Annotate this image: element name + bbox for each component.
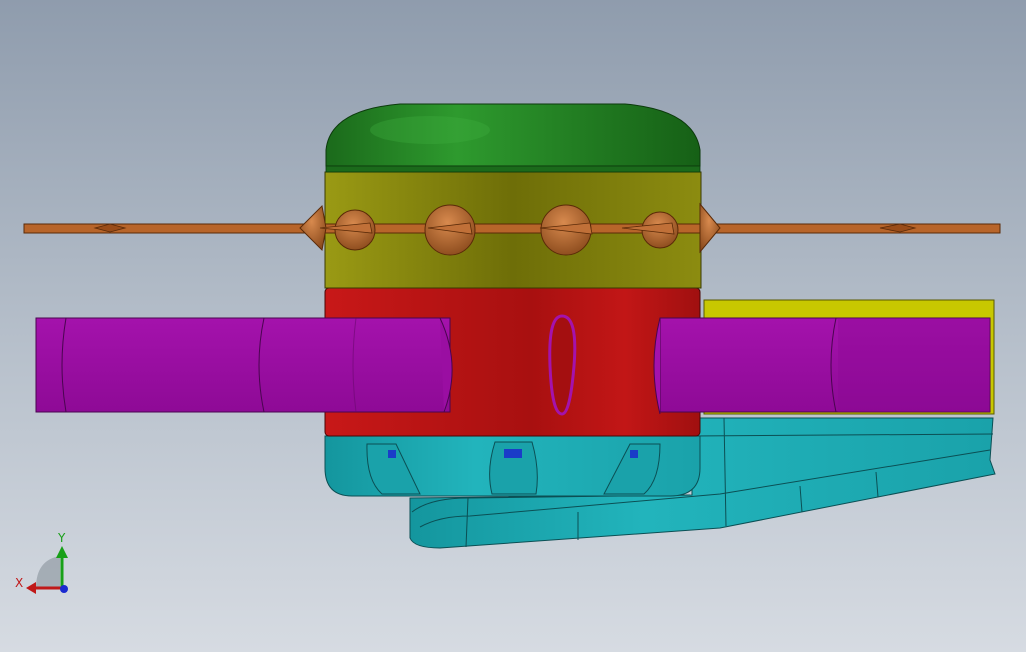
3d-viewport[interactable]: Y X [0,0,1026,652]
dome-cap[interactable] [325,103,701,173]
triad-y-label: Y [58,531,66,545]
cad-model-view[interactable] [0,0,1026,652]
triad-x-label: X [15,576,24,590]
axis-triad [26,546,68,594]
cyan-base[interactable] [324,417,996,549]
